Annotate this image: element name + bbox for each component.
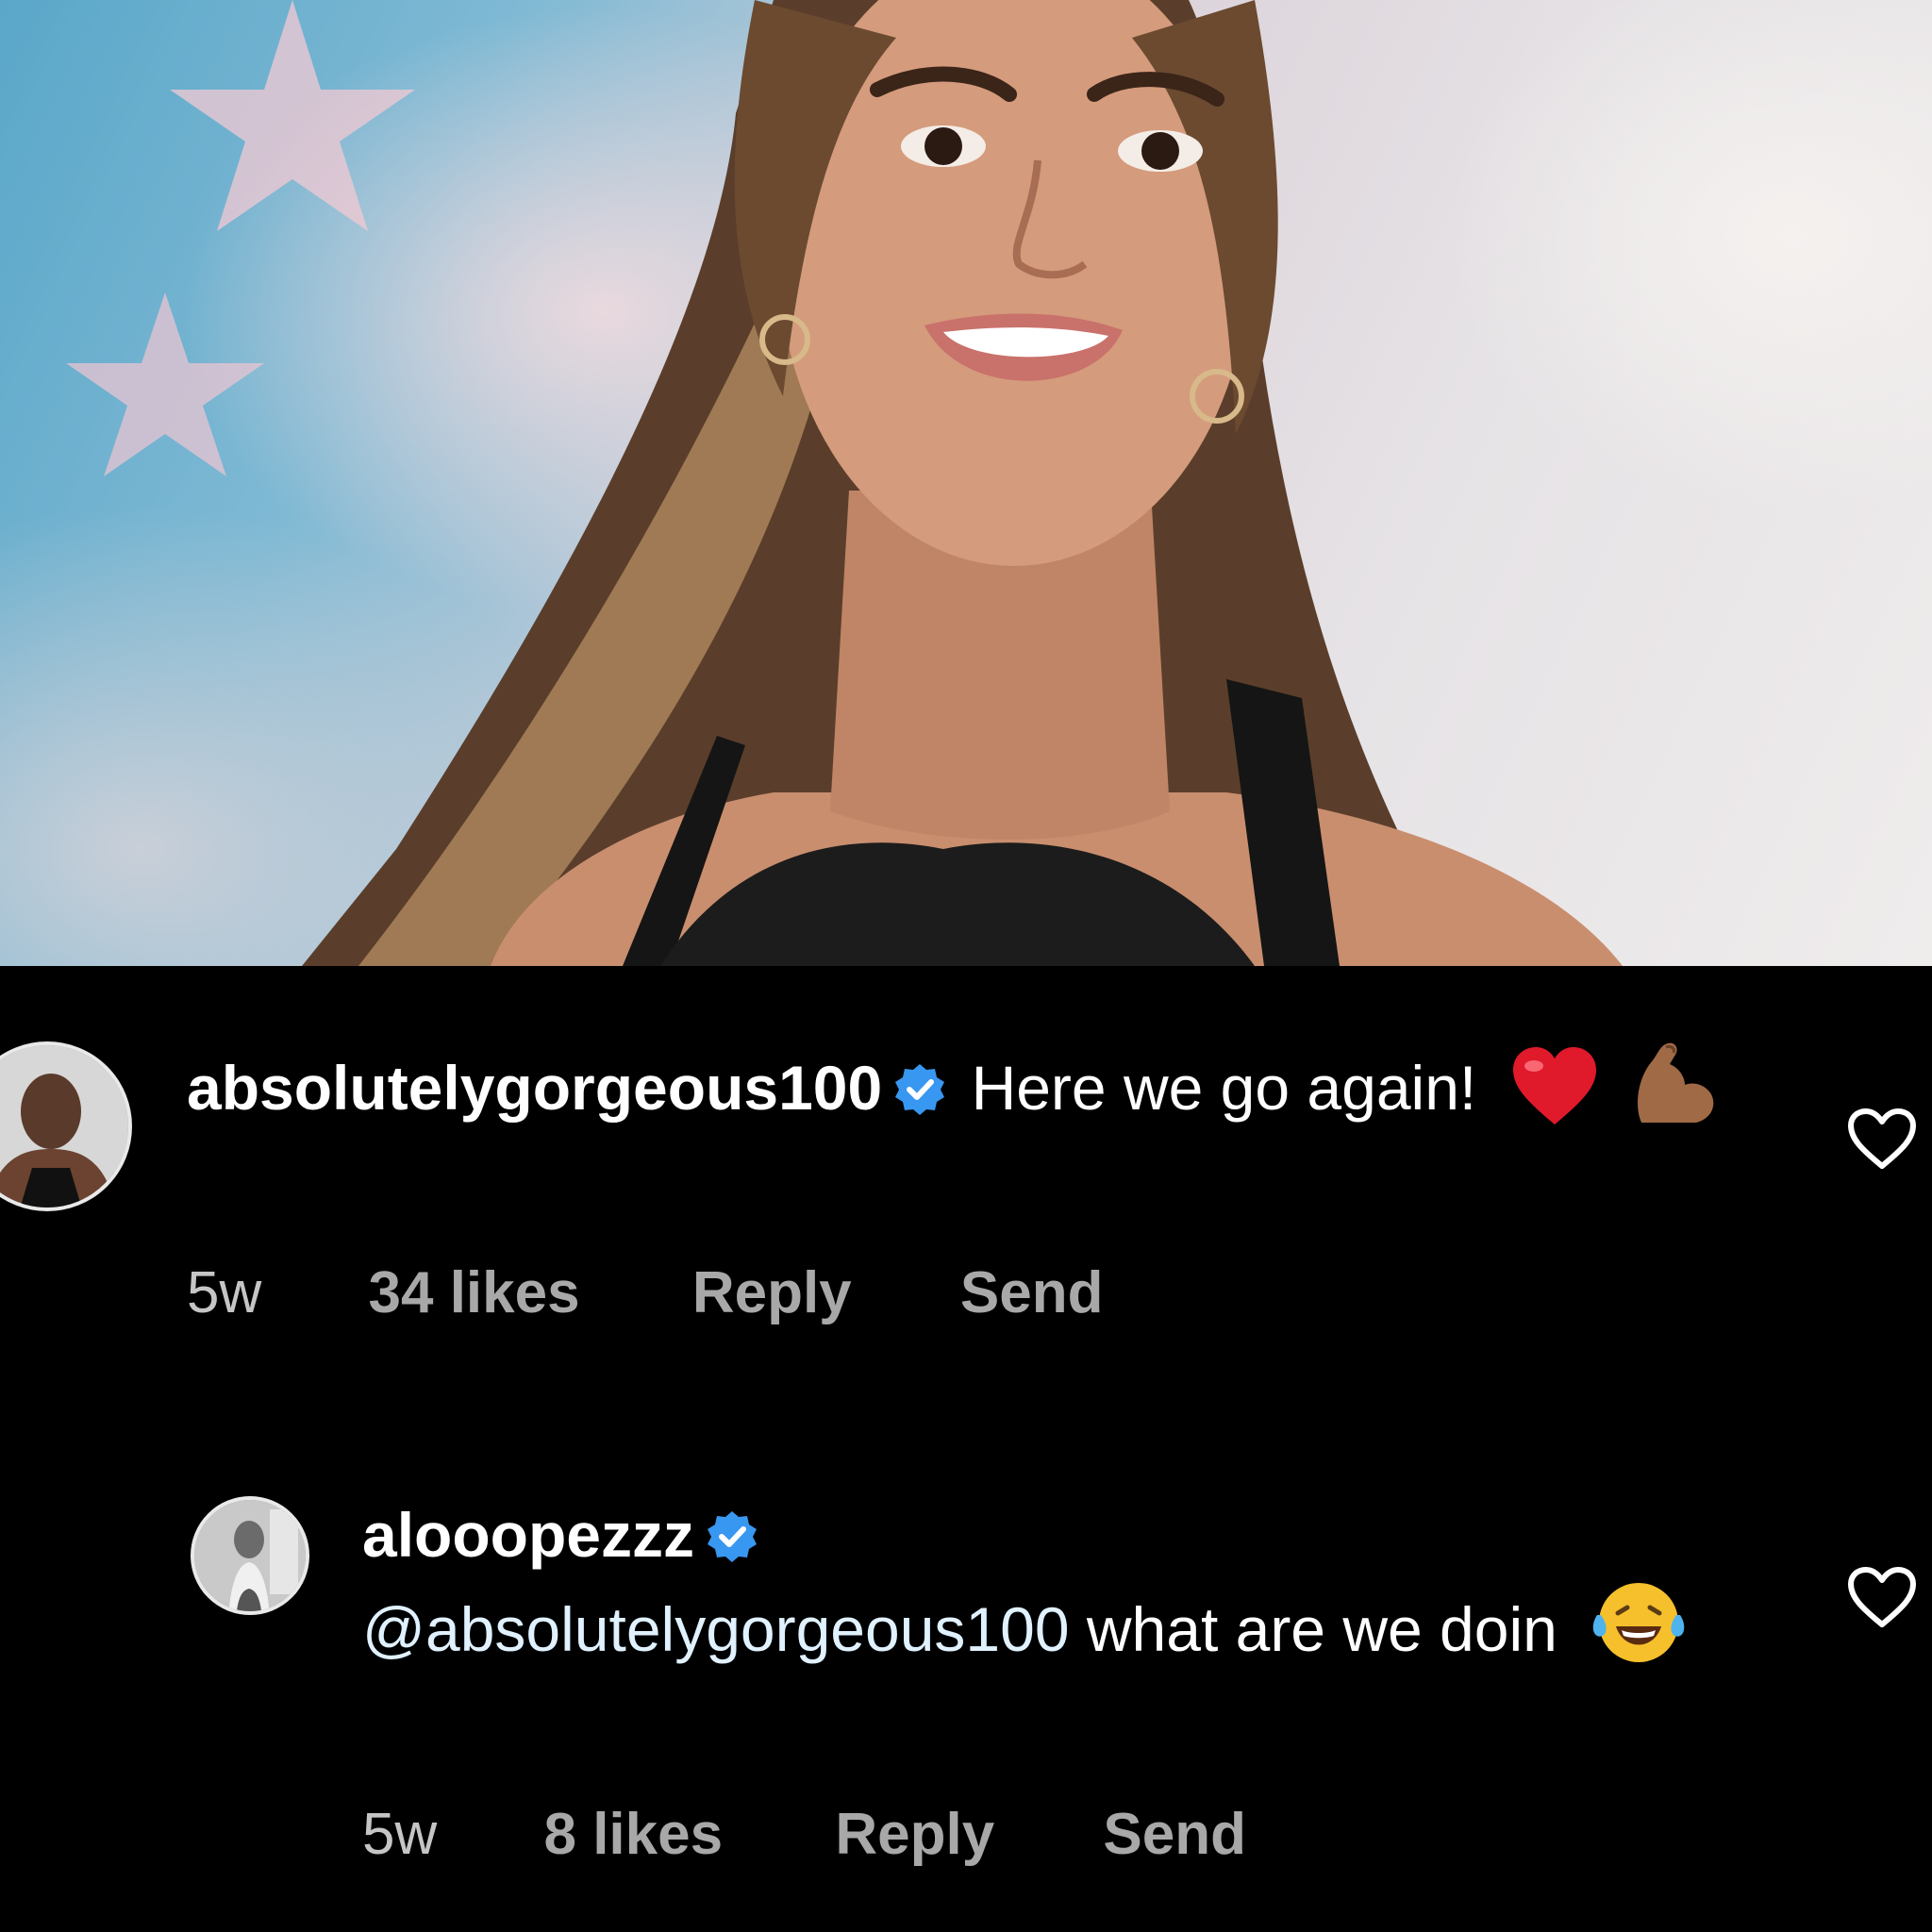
- comment-body: alooopezzz @absolutelygorgeous100 what a…: [362, 1492, 1777, 1689]
- comment-text: what are we doin: [1086, 1594, 1557, 1664]
- send-button[interactable]: Send: [960, 1260, 1104, 1326]
- comment-username[interactable]: alooopezzz: [362, 1500, 694, 1570]
- like-heart-icon[interactable]: [1847, 1566, 1917, 1628]
- reply-button[interactable]: Reply: [835, 1802, 994, 1868]
- reply-button[interactable]: Reply: [692, 1260, 852, 1326]
- likes-count[interactable]: 8 likes: [544, 1802, 724, 1868]
- avatar-image: [194, 1500, 306, 1611]
- avatar[interactable]: [0, 1041, 132, 1211]
- comment-meta: 5w 34 likes Reply Send: [187, 1260, 1104, 1326]
- comment-text: Here we go again!: [971, 1053, 1477, 1123]
- star-shape: [66, 292, 264, 476]
- comment-age: 5w: [187, 1260, 262, 1325]
- portrait-illustration: [66, 0, 1623, 966]
- verified-badge-icon: [706, 1498, 758, 1562]
- mention-link[interactable]: @absolutelygorgeous100: [362, 1594, 1070, 1664]
- send-button[interactable]: Send: [1103, 1802, 1246, 1868]
- comment-body: absolutelygorgeous100 Here we go again!: [187, 1040, 1753, 1147]
- like-heart-icon[interactable]: [1847, 1108, 1917, 1170]
- avatar-image: [0, 1045, 128, 1208]
- comment: absolutelygorgeous100 Here we go again! …: [0, 966, 1932, 1362]
- red-heart-emoji: [1511, 1045, 1598, 1147]
- comment-meta: 5w 8 likes Reply Send: [362, 1802, 1246, 1868]
- avatar[interactable]: [191, 1496, 309, 1615]
- star-shape: [170, 0, 415, 231]
- comment-reply: alooopezzz @absolutelygorgeous100 what a…: [0, 1443, 1932, 1932]
- comment-age: 5w: [362, 1802, 438, 1867]
- likes-count[interactable]: 34 likes: [369, 1260, 580, 1326]
- post-image[interactable]: [0, 0, 1932, 966]
- face-with-tears-of-joy-emoji: [1591, 1577, 1686, 1689]
- verified-badge-icon: [893, 1051, 946, 1115]
- comment-username[interactable]: absolutelygorgeous100: [187, 1053, 882, 1123]
- flexed-biceps-emoji: [1628, 1040, 1719, 1147]
